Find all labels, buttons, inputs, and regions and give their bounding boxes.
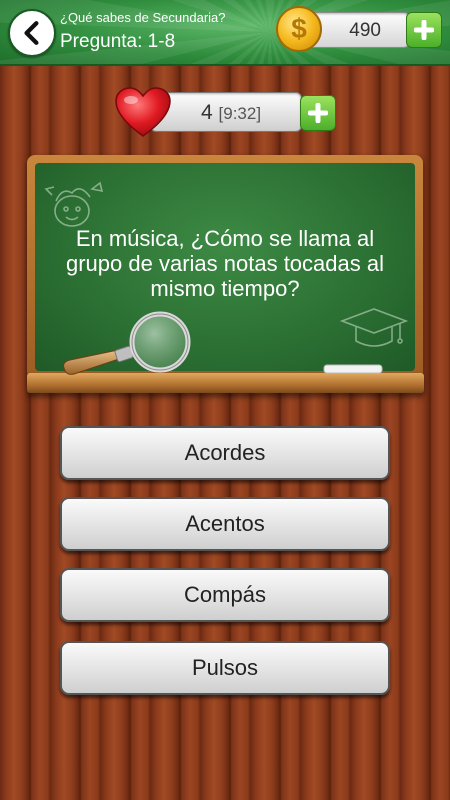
graduation-cap-icon [339,308,409,347]
lives-display: 4 [9:32] [150,92,302,132]
question-text: En música, ¿Cómo se llama al grupo de va… [66,226,384,301]
answer-button-2[interactable]: Acentos [60,497,390,551]
question-counter: Pregunta: 1-8 [60,31,176,52]
back-arrow-icon [24,21,39,45]
back-button[interactable] [8,9,56,57]
magnifier-icon [63,311,191,375]
plus-icon [414,20,434,40]
plus-icon [308,103,328,123]
answer-button-3[interactable]: Compás [60,568,390,622]
lives-count: 4 [201,101,213,124]
lives-timer: [9:32] [218,104,262,123]
top-bar: ¿Qué sabes de Secundaria? Pregunta: 1-8 … [0,0,450,66]
coin-icon: $ [276,6,322,52]
add-coins-button[interactable] [406,12,442,48]
add-lives-button[interactable] [300,95,336,131]
chalk-icon [323,364,383,374]
heart-icon [115,87,171,137]
coins-value: 490 [349,20,381,41]
lives-value: 4 [9:32] [201,101,261,125]
answer-button-4[interactable]: Pulsos [60,641,390,695]
category-name: ¿Qué sabes de Secundaria? [60,10,226,25]
answer-button-1[interactable]: Acordes [60,426,390,480]
